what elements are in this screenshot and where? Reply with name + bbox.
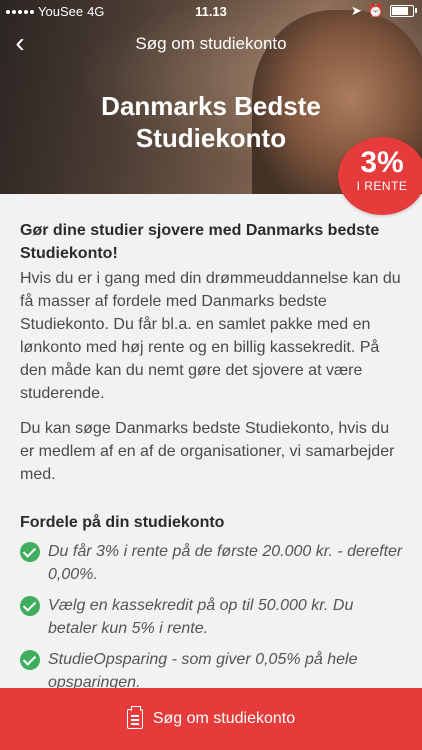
badge-percent: 3% — [360, 146, 404, 179]
clipboard-icon — [126, 706, 143, 729]
apply-button-label: Søg om studiekonto — [152, 710, 296, 727]
apply-button[interactable]: Søg om studiekonto — [0, 688, 422, 750]
benefit-text: Vælg en kassekredit på op til 50.000 kr.… — [48, 597, 354, 637]
paragraph-1: Hvis du er i gang med din drømmeuddannel… — [20, 270, 401, 402]
battery-icon — [390, 5, 417, 17]
nav-title: Søg om studiekonto — [135, 34, 287, 53]
check-circle-icon — [20, 542, 40, 562]
benefit-text: Du får 3% i rente på de første 20.000 kr… — [48, 543, 403, 583]
benefit-item: Vælg en kassekredit på op til 50.000 kr.… — [20, 594, 404, 640]
paragraph-2: Du kan søge Danmarks bedste Studiekonto,… — [20, 420, 395, 483]
hero-title: Danmarks Bedste Studiekonto — [101, 91, 321, 153]
intro-heading: Gør dine studier sjovere med Danmarks be… — [20, 222, 380, 262]
location-icon: ➤ — [350, 3, 362, 18]
alarm-icon: ⏰ — [367, 3, 384, 18]
check-circle-icon — [20, 596, 40, 616]
benefit-item: Du får 3% i rente på de første 20.000 kr… — [20, 540, 404, 586]
status-right: ➤ ⏰ — [350, 3, 417, 19]
content: Gør dine studier sjovere med Danmarks be… — [20, 219, 404, 702]
interest-badge: 3% I RENTE — [338, 137, 422, 215]
nav-bar: ‹ Søg om studiekonto — [0, 28, 422, 60]
benefits-heading: Fordele på din studiekonto — [20, 514, 225, 531]
badge-label: I RENTE — [356, 179, 408, 193]
check-circle-icon — [20, 650, 40, 670]
status-bar: YouSee 4G 11.13 ➤ ⏰ — [0, 0, 422, 22]
